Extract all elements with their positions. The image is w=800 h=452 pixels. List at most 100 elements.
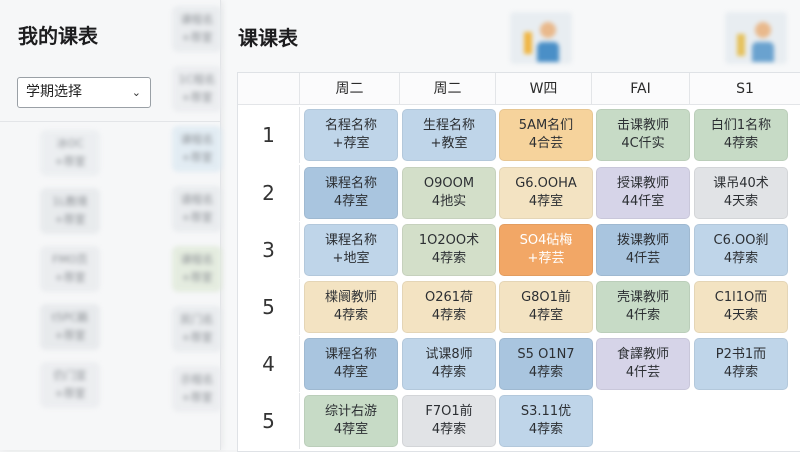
- course-card[interactable]: 击课教师 4C仟实: [596, 109, 690, 161]
- background-card-label: 示程名: [180, 373, 214, 386]
- course-card[interactable]: O261荷 4荐索: [402, 281, 496, 333]
- course-room: 4荐索: [431, 422, 467, 437]
- day-header: W四: [496, 73, 592, 105]
- course-card[interactable]: 课程名称 4荐室: [304, 338, 398, 390]
- course-card[interactable]: 试课8师 4荐索: [402, 338, 496, 390]
- timetable-corner: [238, 73, 300, 105]
- background-card-sub: +荐室: [181, 211, 213, 224]
- course-name: P2书1而: [715, 347, 767, 362]
- course-room: 4天索: [723, 194, 759, 209]
- course-card[interactable]: SO4砧梅 +荐芸: [499, 224, 593, 276]
- background-card-sub: +荐室: [54, 329, 86, 342]
- course-name: 食譯教师: [616, 347, 669, 362]
- background-card-sub: +荐室: [181, 151, 213, 164]
- day-header: S1: [690, 73, 800, 105]
- course-card[interactable]: S3.11优 4荐索: [499, 395, 593, 447]
- background-card: FMO页 +荐室: [40, 246, 100, 292]
- background-timetable-preview-2: 课程名 +荐室 1C程名 +荐室 课程名 +荐室 请程名 +荐室 课程名 +荐室 民门名 +荐室 示程名…: [160, 0, 222, 450]
- course-card[interactable]: 综计右游 4荐室: [304, 395, 398, 447]
- background-card-sub: +荐室: [54, 213, 86, 226]
- course-card[interactable]: G8O1前 4荐室: [499, 281, 593, 333]
- background-card: 课程名 +荐室: [172, 6, 222, 52]
- background-card: 课程名 +荐室: [172, 246, 222, 292]
- course-name: G8O1前: [521, 290, 571, 305]
- teacher-avatar-image-2: [725, 12, 787, 64]
- course-name: 拨课教师: [616, 233, 669, 248]
- main-panel: 课课表 周二 周二 W四 FAI S1 1 2 3 5 4 5 名程名称 +荐室 生程名称 +教室 5AM名们…: [220, 0, 800, 452]
- course-room: 4仟索: [625, 308, 661, 323]
- course-room: 4荐索: [723, 251, 759, 266]
- course-card[interactable]: 课程名称 4荐室: [304, 167, 398, 219]
- course-room: 4C仟实: [621, 136, 665, 151]
- course-name: 楪阛教师: [324, 290, 377, 305]
- course-name: 授课教师: [616, 176, 669, 191]
- course-room: 44仟室: [621, 194, 665, 209]
- course-name: 试课8师: [425, 347, 473, 362]
- course-name: C6.OO刹: [713, 233, 769, 248]
- course-card[interactable]: G6.OOHA 4荐室: [499, 167, 593, 219]
- background-card: 冰OC +荐室: [40, 130, 100, 176]
- course-card[interactable]: C6.OO刹 4荐索: [694, 224, 788, 276]
- background-card: 课程名 +荐室: [172, 126, 222, 172]
- course-card[interactable]: 楪阛教师 4荐索: [304, 281, 398, 333]
- course-card[interactable]: P2书1而 4荐索: [694, 338, 788, 390]
- course-name: 课程名称: [324, 176, 377, 191]
- course-room: 4荐索: [723, 136, 759, 151]
- course-card[interactable]: 授课教师 44仟室: [596, 167, 690, 219]
- background-timetable-preview: 冰OC +荐室 1L教境 +荐室 FMO页 +荐室 t5PC籁 +荐室 仍门宣 +荐室: [0, 130, 100, 440]
- course-name: SO4砧梅: [519, 233, 573, 248]
- background-card-sub: +荐室: [181, 271, 213, 284]
- background-card-sub: +荐室: [181, 331, 213, 344]
- background-card: 民门名 +荐室: [172, 306, 222, 352]
- page-title: 课课表: [238, 26, 298, 50]
- course-card[interactable]: 食譯教师 4仟芸: [596, 338, 690, 390]
- course-card[interactable]: O9OOM 4扡实: [402, 167, 496, 219]
- term-select[interactable]: 学期选择 ⌄: [17, 77, 151, 108]
- course-room: 4荐室: [528, 308, 564, 323]
- course-room: +荐室: [332, 136, 370, 151]
- course-card[interactable]: 课程名称 +地室: [304, 224, 398, 276]
- course-room: 4荐室: [528, 194, 564, 209]
- background-card: 示程名 +荐室: [172, 366, 222, 412]
- teacher-avatar-image: [510, 12, 572, 64]
- course-name: 壳课教师: [616, 290, 669, 305]
- course-card[interactable]: 壳课教师 4仟索: [596, 281, 690, 333]
- background-card-label: 课程名: [180, 13, 214, 26]
- course-room: 4荐索: [431, 308, 467, 323]
- course-name: S5 O1N7: [517, 347, 575, 362]
- course-name: 白们1名称: [710, 118, 772, 133]
- course-card[interactable]: 生程名称 +教室: [402, 109, 496, 161]
- course-card[interactable]: 课吊40术 4天索: [694, 167, 788, 219]
- period-label: 1: [238, 107, 300, 163]
- background-card-label: 请程名: [180, 193, 214, 206]
- background-card-label: 民门名: [180, 313, 214, 326]
- left-sidebar: 我的课表 学期选择 ⌄ 冰OC +荐室 1L教境 +荐室 FMO页 +荐室 t5PC籁 +荐室…: [0, 0, 222, 450]
- course-name: 课吊40术: [713, 176, 769, 191]
- background-card-sub: +荐室: [54, 387, 86, 400]
- course-room: 4合芸: [528, 136, 564, 151]
- background-card: 请程名 +荐室: [172, 186, 222, 232]
- course-card[interactable]: C1l1O而 4天索: [694, 281, 788, 333]
- background-card-label: 课程名: [180, 253, 214, 266]
- course-card[interactable]: 1O2OO术 4荐索: [402, 224, 496, 276]
- course-card[interactable]: F7O1前 4荐索: [402, 395, 496, 447]
- course-card[interactable]: 拨课教师 4仟芸: [596, 224, 690, 276]
- course-room: 4扡实: [431, 194, 467, 209]
- period-label: 5: [238, 393, 300, 449]
- course-room: 4荐索: [528, 365, 564, 380]
- day-header: 周二: [400, 73, 496, 105]
- course-name: S3.11优: [520, 404, 572, 419]
- course-room: 4荐索: [333, 308, 369, 323]
- background-card-label: FMO页: [52, 253, 88, 266]
- course-card[interactable]: 名程名称 +荐室: [304, 109, 398, 161]
- background-card: t5PC籁 +荐室: [40, 304, 100, 350]
- course-card[interactable]: 白们1名称 4荐索: [694, 109, 788, 161]
- course-name: G6.OOHA: [515, 176, 577, 191]
- course-card[interactable]: S5 O1N7 4荐索: [499, 338, 593, 390]
- background-card-sub: +荐室: [181, 91, 213, 104]
- timetable-grid: 周二 周二 W四 FAI S1 1 2 3 5 4 5 名程名称 +荐室 生程名称 +教室 5AM名们 4合芸击…: [237, 72, 800, 452]
- course-card[interactable]: 5AM名们 4合芸: [499, 109, 593, 161]
- course-name: 综计右游: [324, 404, 377, 419]
- background-card-sub: +荐室: [181, 31, 213, 44]
- day-header: 周二: [300, 73, 400, 105]
